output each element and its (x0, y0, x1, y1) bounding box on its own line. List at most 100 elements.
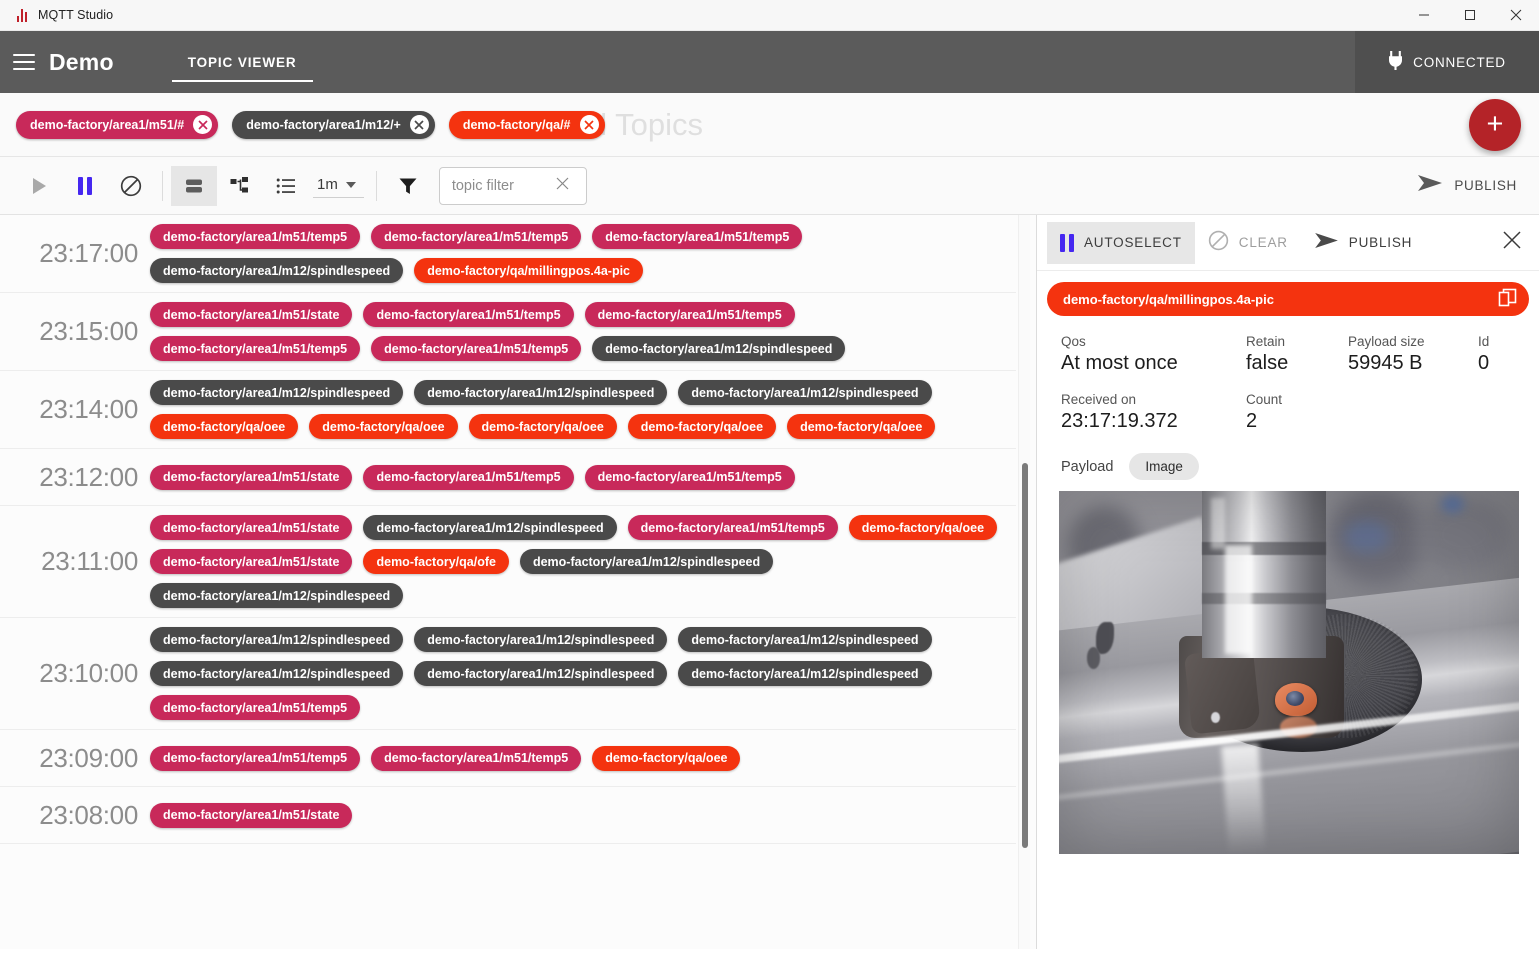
message-timestamp: 23:15:00 (39, 316, 138, 346)
payload-label: Payload (1061, 458, 1114, 475)
topic-filter-field[interactable] (438, 166, 587, 205)
topic-chip-group: demo-factory/area1/m51/state demo-factory… (150, 515, 1016, 608)
topic-chip[interactable]: demo-factory/area1/m12/spindlespeed (678, 661, 932, 686)
topic-chip[interactable]: demo-factory/qa/millingpos.4a-pic (414, 258, 644, 283)
hamburger-menu-icon[interactable] (13, 54, 35, 70)
close-icon[interactable] (193, 115, 213, 134)
topic-chip[interactable]: demo-factory/area1/m12/spindlespeed (414, 627, 668, 652)
topic-chip[interactable]: demo-factory/area1/m12/spindlespeed (150, 258, 404, 283)
clear-messages-button[interactable] (108, 166, 154, 206)
topic-chip-group: demo-factory/area1/m51/state demo-factory… (150, 464, 1016, 490)
subscription-chip[interactable]: demo-factory/area1/m12/+ (232, 110, 435, 139)
topic-chip[interactable]: demo-factory/area1/m12/spindlespeed (414, 380, 668, 405)
topic-chip[interactable]: demo-factory/area1/m51/temp5 (371, 224, 582, 249)
mqtt-bars-logo-icon (9, 8, 35, 22)
view-mode-tree-button[interactable] (217, 166, 263, 206)
detail-publish-button[interactable]: PUBLISH (1301, 222, 1425, 264)
topic-chip[interactable]: demo-factory/area1/m51/temp5 (150, 224, 361, 249)
topic-chip[interactable]: demo-factory/area1/m51/state (150, 549, 353, 574)
message-detail-panel: AUTOSELECT CLEAR PUBLISH demo-factory/qa… (1036, 215, 1539, 949)
subscription-chip[interactable]: demo-factory/qa/# (448, 110, 605, 139)
topic-chip[interactable]: demo-factory/area1/m51/state (150, 515, 353, 540)
chevron-down-icon (345, 181, 356, 188)
clear-filter-icon[interactable] (556, 177, 569, 195)
tab-image[interactable]: Image (1129, 453, 1199, 480)
topic-chip-group: demo-factory/area1/m12/spindlespeed demo-… (150, 627, 1016, 720)
topic-chip[interactable]: demo-factory/area1/m12/spindlespeed (150, 627, 404, 652)
subscription-chip[interactable]: demo-factory/area1/m51/# (16, 110, 219, 139)
subscription-chip-list: demo-factory/area1/m51/# demo-factory/are… (16, 110, 619, 139)
search-input[interactable] (451, 177, 556, 194)
topic-chip[interactable]: demo-factory/area1/m51/temp5 (150, 745, 361, 771)
topic-chip[interactable]: demo-factory/qa/oee (787, 414, 936, 439)
topic-chip[interactable]: demo-factory/area1/m12/spindlespeed (519, 549, 774, 574)
topic-chip[interactable]: demo-factory/area1/m51/temp5 (584, 464, 795, 490)
topic-chip[interactable]: demo-factory/qa/oee (309, 414, 458, 439)
message-row: 23:17:00 demo-factory/area1/m51/temp5 demo… (0, 215, 1016, 293)
tab-topic-viewer[interactable]: TOPIC VIEWER (154, 31, 331, 93)
time-range-select[interactable]: 1m (313, 173, 364, 198)
topic-chip[interactable]: demo-factory/area1/m12/spindlespeed (678, 627, 932, 652)
topic-chip[interactable]: demo-factory/area1/m51/temp5 (371, 745, 582, 771)
topic-chip[interactable]: demo-factory/qa/oee (150, 414, 299, 439)
metadata-key: Received on (1061, 392, 1137, 407)
topic-chip[interactable]: demo-factory/area1/m51/temp5 (363, 302, 574, 327)
topic-chip[interactable]: demo-factory/area1/m51/temp5 (627, 515, 838, 540)
time-range-value: 1m (317, 176, 338, 193)
message-row: 23:12:00 demo-factory/area1/m51/state demo… (0, 449, 1016, 506)
copy-icon[interactable] (1498, 288, 1517, 310)
message-row: 23:10:00 demo-factory/area1/m12/spindlesp… (0, 618, 1016, 730)
view-mode-stacked-button[interactable] (171, 165, 217, 206)
topic-chip[interactable]: demo-factory/area1/m51/temp5 (592, 224, 803, 249)
connection-status-button[interactable]: CONNECTED (1355, 31, 1539, 93)
topic-chip[interactable]: demo-factory/area1/m12/spindlespeed (150, 380, 404, 405)
add-subscription-button[interactable]: + (1469, 98, 1521, 151)
topic-chip[interactable]: demo-factory/area1/m12/spindlespeed (363, 515, 617, 540)
message-row: 23:08:00 demo-factory/area1/m51/state (0, 787, 1016, 844)
topic-chip[interactable]: demo-factory/qa/oee (468, 414, 617, 439)
topic-chip[interactable]: demo-factory/area1/m51/temp5 (150, 695, 361, 720)
topic-chip[interactable]: demo-factory/area1/m51/temp5 (584, 302, 795, 327)
metadata-value: At most once (1061, 352, 1178, 374)
detail-topic-chip[interactable]: demo-factory/qa/millingpos.4a-pic (1047, 282, 1529, 316)
minimize-button[interactable] (1401, 0, 1447, 31)
topic-chip[interactable]: demo-factory/qa/oee (627, 414, 777, 439)
topic-chip[interactable]: demo-factory/area1/m12/spindlespeed (150, 661, 404, 686)
close-icon[interactable] (409, 115, 429, 134)
detail-close-button[interactable] (1503, 231, 1525, 254)
block-clear-icon (1208, 230, 1229, 256)
play-button[interactable] (16, 166, 62, 206)
message-row: 23:15:00 demo-factory/area1/m51/state demo… (0, 293, 1016, 371)
close-icon[interactable] (579, 115, 599, 134)
autoselect-button[interactable]: AUTOSELECT (1047, 221, 1195, 264)
clear-button[interactable]: CLEAR (1195, 222, 1301, 264)
view-mode-list-button[interactable] (263, 166, 309, 206)
topic-chip[interactable]: demo-factory/qa/ofe (363, 549, 509, 574)
pause-button[interactable] (62, 166, 108, 206)
detail-toolbar: AUTOSELECT CLEAR PUBLISH (1037, 215, 1539, 271)
topic-chip[interactable]: demo-factory/area1/m12/spindlespeed (592, 336, 846, 361)
topic-chip[interactable]: demo-factory/area1/m51/temp5 (150, 336, 361, 361)
message-metadata: Qos At most once Retain false Payload size 59… (1037, 316, 1539, 450)
topic-chip[interactable]: demo-factory/area1/m51/temp5 (371, 336, 582, 361)
topic-chip[interactable]: demo-factory/area1/m51/state (150, 802, 353, 828)
topic-chip[interactable]: demo-factory/area1/m12/spindlespeed (150, 583, 404, 608)
maximize-button[interactable] (1447, 0, 1493, 31)
topic-chip[interactable]: demo-factory/area1/m51/state (150, 302, 353, 327)
close-button[interactable] (1493, 0, 1539, 31)
topic-chip[interactable]: demo-factory/qa/oee (592, 745, 741, 771)
metadata-key: Id (1478, 334, 1490, 349)
metadata-field: Payload size 59945 B (1348, 334, 1478, 375)
topic-chip[interactable]: demo-factory/area1/m12/spindlespeed (414, 661, 668, 686)
publish-button[interactable]: PUBLISH (1417, 174, 1523, 197)
metadata-row: Received on 23:17:19.372 Count 2 (1061, 392, 1539, 433)
filter-button[interactable] (385, 166, 431, 206)
scrollbar-thumb[interactable] (1022, 463, 1028, 848)
topic-chip[interactable]: demo-factory/area1/m51/state (150, 464, 353, 490)
topic-chip[interactable]: demo-factory/area1/m12/spindlespeed (678, 380, 932, 405)
topic-chip[interactable]: demo-factory/area1/m51/temp5 (363, 464, 574, 490)
message-timestamp: 23:14:00 (39, 394, 138, 424)
message-timestamp: 23:08:00 (39, 799, 138, 830)
message-list-scrollbar[interactable] (1018, 215, 1030, 949)
topic-chip[interactable]: demo-factory/qa/oee (848, 515, 998, 540)
